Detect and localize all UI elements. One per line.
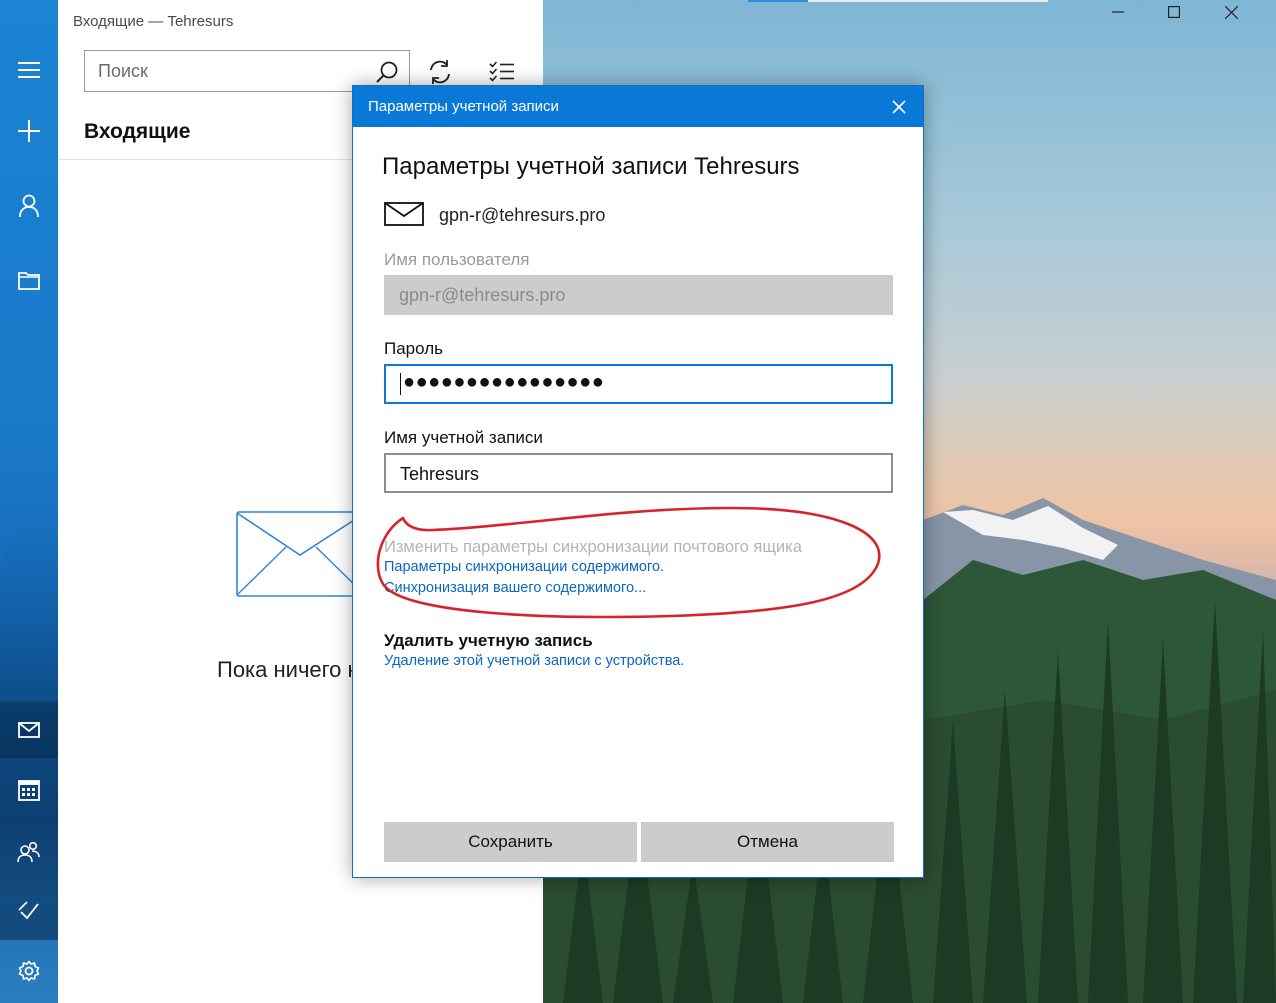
close-window-button[interactable] <box>1225 6 1271 36</box>
account-email: gpn-r@tehresurs.pro <box>439 205 606 225</box>
window-title: Входящие — Tehresurs <box>73 13 234 30</box>
mail-icon <box>18 722 40 738</box>
person-icon <box>19 194 39 218</box>
cancel-button[interactable]: Отмена <box>641 822 894 862</box>
password-field[interactable]: ●●●●●●●●●●●●●●●● <box>384 364 893 404</box>
username-label: Имя пользователя <box>384 250 530 269</box>
menu-icon <box>18 62 40 78</box>
empty-envelope-icon <box>236 511 366 597</box>
select-mode-button[interactable] <box>486 56 518 88</box>
new-mail-button[interactable] <box>0 103 58 159</box>
empty-state-text: Пока ничего н <box>217 657 360 682</box>
minimize-icon <box>1112 11 1124 13</box>
password-mask: ●●●●●●●●●●●●●●●● <box>403 371 605 393</box>
folder-title: Входящие <box>84 120 191 143</box>
sync-button[interactable] <box>424 56 456 88</box>
checklist-icon <box>489 61 514 82</box>
mail-app-button[interactable] <box>0 702 58 758</box>
account-settings-dialog: Параметры учетной записи Параметры учетн… <box>352 85 924 878</box>
gear-icon <box>18 960 40 982</box>
people-icon <box>17 841 40 863</box>
dialog-close-icon[interactable] <box>889 97 909 117</box>
accounts-button[interactable] <box>0 178 58 234</box>
maximize-button[interactable] <box>1168 6 1214 36</box>
folder-icon <box>18 272 40 290</box>
minimize-button[interactable] <box>1112 6 1158 36</box>
username-field: gpn-r@tehresurs.pro <box>384 275 893 315</box>
title-accent-line <box>748 0 808 2</box>
refresh-icon <box>430 60 450 84</box>
dialog-bar-title: Параметры учетной записи <box>368 98 559 115</box>
password-label: Пароль <box>384 339 443 358</box>
save-button[interactable]: Сохранить <box>384 822 637 862</box>
menu-button[interactable] <box>0 42 58 98</box>
maximize-icon <box>1168 6 1180 18</box>
calendar-app-button[interactable] <box>0 762 58 818</box>
delete-account-link[interactable]: Удаление этой учетной записи с устройств… <box>384 653 684 669</box>
account-name-field[interactable]: Tehresurs <box>384 453 893 493</box>
todo-icon <box>18 901 39 920</box>
dialog-title-bar: Параметры учетной записи <box>353 86 923 127</box>
red-circle-annotation <box>376 506 881 619</box>
people-app-button[interactable] <box>0 824 58 880</box>
mail-account-icon <box>384 202 424 226</box>
text-cursor <box>400 373 401 395</box>
app-rail <box>0 0 58 1003</box>
search-input[interactable] <box>85 51 365 91</box>
delete-account-title: Удалить учетную запись <box>384 631 593 650</box>
close-icon <box>1225 6 1238 19</box>
calendar-icon <box>18 780 40 801</box>
todo-app-button[interactable] <box>0 882 58 938</box>
account-name-label: Имя учетной записи <box>384 428 543 447</box>
search-icon[interactable] <box>375 60 399 84</box>
folders-button[interactable] <box>0 253 58 309</box>
settings-button[interactable] <box>0 943 58 999</box>
title-accent-line-light <box>808 0 1048 2</box>
plus-icon <box>18 120 40 142</box>
dialog-heading: Параметры учетной записи Tehresurs <box>382 153 800 180</box>
